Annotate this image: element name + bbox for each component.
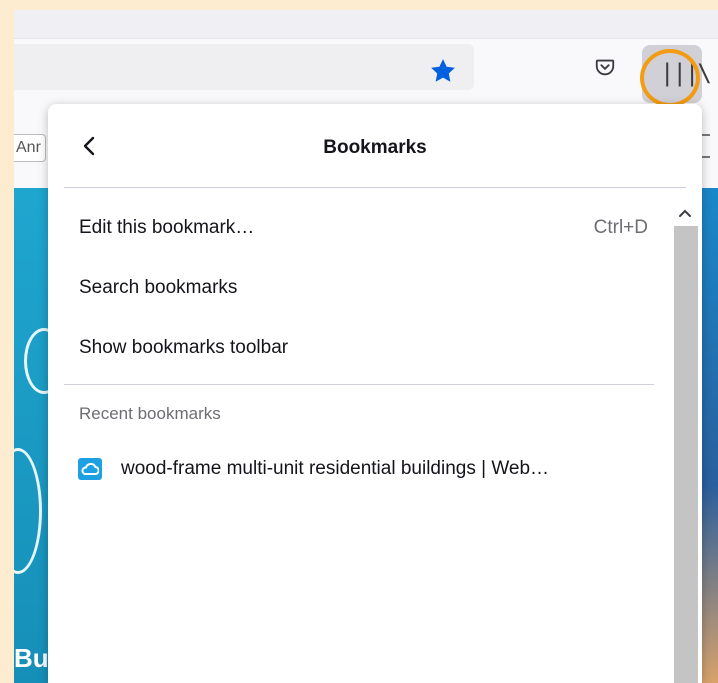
separator	[64, 384, 654, 385]
search-bookmarks-item[interactable]: Search bookmarks	[64, 260, 660, 316]
scroll-up-button[interactable]	[670, 200, 700, 226]
bookmark-toolbar-item[interactable]: Anr	[14, 134, 46, 162]
shortcut-label: Ctrl+D	[593, 217, 648, 238]
chevron-up-icon	[679, 209, 691, 217]
page-partial-text: Bu	[14, 643, 49, 673]
bookmarks-panel: Bookmarks Edit this bookmark… Ctrl+D Sea…	[48, 104, 702, 683]
recent-bookmark-item[interactable]: wood-frame multi-unit residential buildi…	[64, 441, 660, 497]
pocket-icon[interactable]	[594, 56, 616, 78]
tab-strip	[14, 10, 718, 38]
page-graphic-arc	[14, 448, 42, 574]
bookmark-star-icon[interactable]	[428, 56, 458, 86]
panel-header: Bookmarks	[48, 104, 702, 188]
url-bar[interactable]	[14, 44, 474, 90]
menu-item-label: Search bookmarks	[79, 277, 238, 298]
navigation-toolbar: |||\	[14, 38, 718, 109]
recent-bookmarks-heading: Recent bookmarks	[79, 404, 221, 423]
scroll-thumb[interactable]	[674, 226, 698, 683]
edit-bookmark-item[interactable]: Edit this bookmark… Ctrl+D	[64, 200, 660, 256]
recent-bookmark-label: wood-frame multi-unit residential buildi…	[121, 458, 550, 479]
cloud-favicon-icon	[78, 458, 102, 480]
show-bookmarks-toolbar-item[interactable]: Show bookmarks toolbar	[64, 320, 660, 376]
highlight-ring	[640, 49, 700, 107]
page-graphic-left: Bu	[14, 188, 64, 683]
scrollbar[interactable]	[670, 200, 700, 683]
panel-title: Bookmarks	[323, 137, 427, 158]
menu-item-label: Show bookmarks toolbar	[79, 337, 289, 358]
menu-item-label: Edit this bookmark…	[79, 217, 255, 238]
separator	[64, 187, 686, 188]
